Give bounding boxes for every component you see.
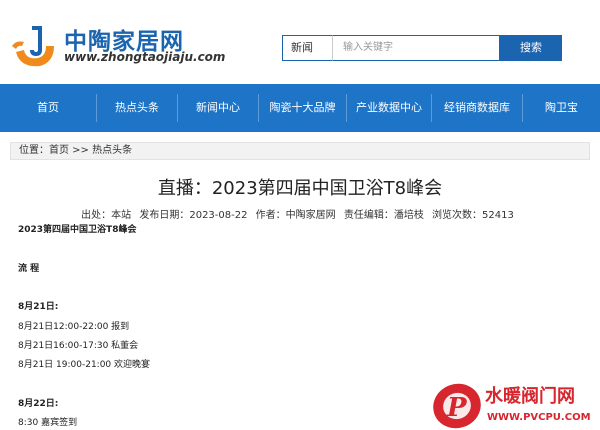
watermark-logo: P 水暖阀门网 WWW.PVCPU.COM xyxy=(433,383,591,429)
search-category-select[interactable]: 新闻 xyxy=(282,35,332,61)
article-line: 8月21日 19:00-21:00 欢迎晚宴 xyxy=(18,360,151,370)
logo-url: www.zhongtaojiaju.com xyxy=(64,50,226,64)
search-button[interactable]: 搜索 xyxy=(500,35,562,61)
meta-date: 发布日期：2023-08-22 xyxy=(139,210,248,221)
search-bar: 新闻 输入关键字 搜索 xyxy=(282,35,582,61)
meta-author: 作者：中陶家居网 xyxy=(255,210,336,221)
article-line: 8:30 嘉宾签到 xyxy=(18,418,78,428)
nav-item-home[interactable]: 首页 xyxy=(0,84,96,132)
article-line: 流 程 xyxy=(18,264,40,274)
nav-item-top-brands[interactable]: 陶瓷十大品牌 xyxy=(259,84,346,132)
search-input[interactable]: 输入关键字 xyxy=(332,35,500,61)
main-nav: 首页 热点头条 新闻中心 陶瓷十大品牌 产业数据中心 经销商数据库 陶卫宝 xyxy=(0,84,600,132)
article-line: 2023第四届中国卫浴T8峰会 xyxy=(18,225,137,235)
meta-editor: 责任编辑：潘培枝 xyxy=(343,210,424,221)
site-header: 中陶家居网 www.zhongtaojiaju.com 新闻 输入关键字 搜索 xyxy=(0,0,600,84)
nav-item-taoweibao[interactable]: 陶卫宝 xyxy=(523,84,600,132)
article-line: 8月21日: xyxy=(18,302,59,312)
article-meta: 出处：本站 发布日期：2023-08-22 作者：中陶家居网 责任编辑：潘培枝 … xyxy=(0,206,600,221)
watermark-name: 水暖阀门网 xyxy=(485,385,575,407)
meta-source: 出处：本站 xyxy=(81,210,132,221)
svg-text:P: P xyxy=(446,393,468,423)
site-logo[interactable]: 中陶家居网 www.zhongtaojiaju.com xyxy=(10,18,225,74)
logo-mark-icon xyxy=(12,26,54,67)
article-line: 8月22日: xyxy=(18,399,59,409)
nav-item-news-center[interactable]: 新闻中心 xyxy=(178,84,258,132)
nav-item-dealer-db[interactable]: 经销商数据库 xyxy=(432,84,522,132)
article-line: 8月21日12:00-22:00 报到 xyxy=(18,322,130,332)
nav-item-hot-news[interactable]: 热点头条 xyxy=(97,84,177,132)
watermark-url: WWW.PVCPU.COM xyxy=(487,412,591,423)
nav-item-industry-data[interactable]: 产业数据中心 xyxy=(347,84,431,132)
article-title: 直播：2023第四届中国卫浴T8峰会 xyxy=(157,178,443,199)
breadcrumb: 位置：首页 >> 热点头条 xyxy=(10,142,590,160)
article-line: 8月21日16:00-17:30 私董会 xyxy=(18,341,139,351)
meta-views: 浏览次数：52413 xyxy=(432,210,514,221)
